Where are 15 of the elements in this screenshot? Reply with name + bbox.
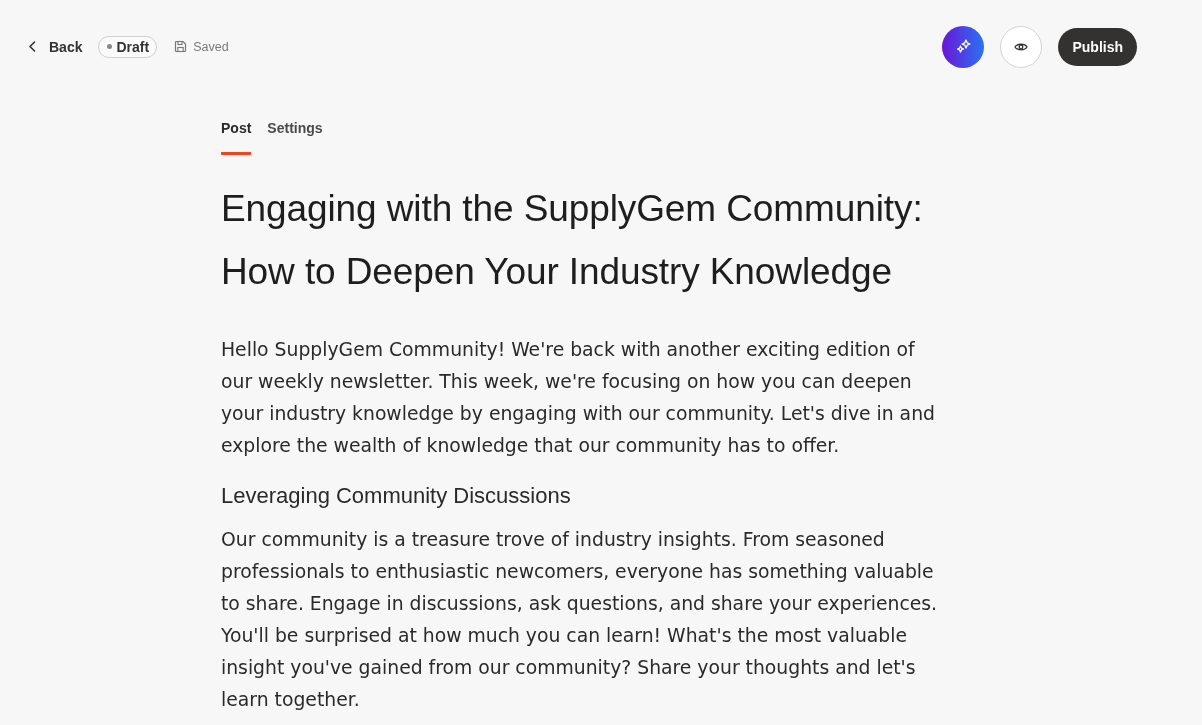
post-title: Engaging with the SupplyGem Community: How to Deepen Your Industry Knowledge <box>221 187 924 294</box>
body-paragraph: Our community is a treasure trove of industry insights. From seasoned professionals to enthusiastic newcomers, everyone has something valuable to share. Engage in discussions, ask questions, and share your experiences. You'll be surprised at how much you can learn! What's the most valuable insight you've gained from our community? Share your thoughts and let's learn together. <box>221 528 939 712</box>
sparkle-icon <box>955 39 971 54</box>
chevron-left-icon <box>28 41 37 52</box>
status-dot-icon <box>107 44 113 49</box>
tab[interactable]: Settings <box>267 120 323 155</box>
tab[interactable]: Post <box>221 120 252 155</box>
publish-button[interactable]: Publish <box>1058 27 1137 66</box>
status-label: Draft <box>116 38 150 55</box>
save-status: Saved <box>193 39 229 54</box>
ai-assist-button[interactable] <box>942 25 985 68</box>
section-heading: Leveraging Community Discussions <box>221 482 572 510</box>
body-paragraph: Hello SupplyGem Community! We're back with another exciting edition of our weekly newsletter. This week, we're focusing on how you can deepen your industry knowledge by engaging with our community. Let's dive in and explore the wealth of knowledge that our community has to offer. <box>221 338 936 458</box>
eye-icon <box>1014 41 1029 52</box>
back-button[interactable]: Back <box>28 38 83 55</box>
